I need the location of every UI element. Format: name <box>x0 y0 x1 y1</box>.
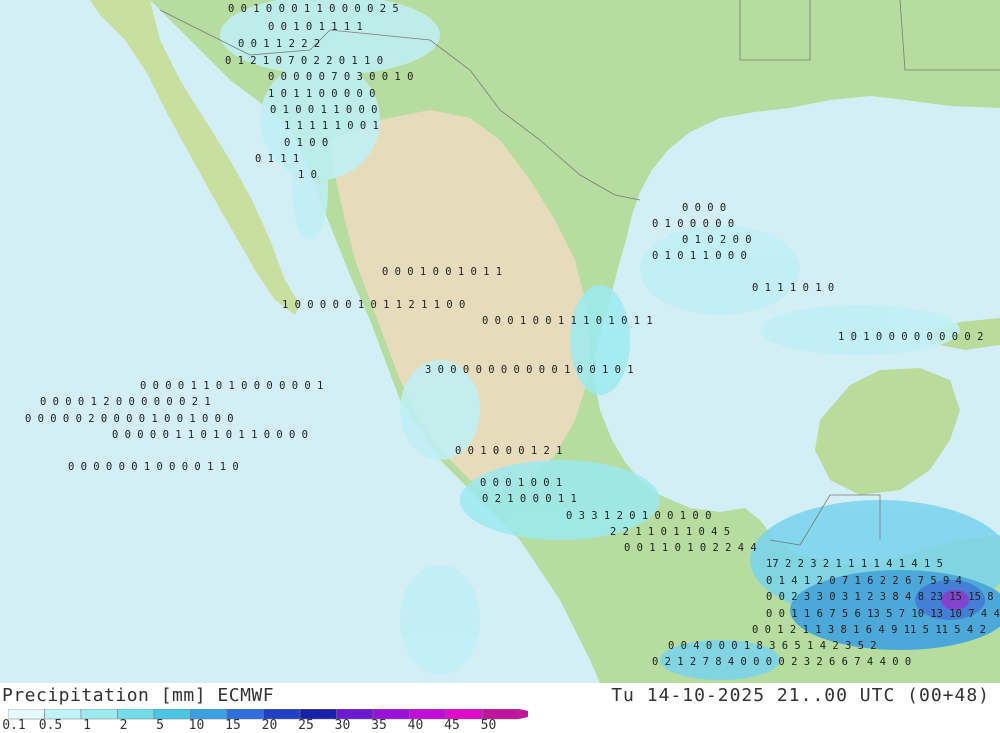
grid-value-row: 0 1 1 1 0 1 0 <box>752 282 834 294</box>
legend-tick-label: 40 <box>407 718 424 733</box>
precip-patch <box>760 305 960 355</box>
legend-tick-label: 2 <box>119 718 128 733</box>
grid-value-row: 0 0 1 0 1 1 1 1 <box>268 21 363 33</box>
footer: Precipitation [mm] ECMWF Tu 14-10-2025 2… <box>0 683 1000 733</box>
grid-value-row: 1 0 0 0 0 0 1 0 1 1 2 1 1 0 0 <box>282 299 465 311</box>
grid-value-row: 0 2 1 2 7 8 4 0 0 0 0 2 3 2 6 6 7 4 4 0 … <box>652 656 911 668</box>
grid-value-row: 0 0 0 0 0 2 0 0 0 0 1 0 0 1 0 0 0 <box>25 413 234 425</box>
grid-value-row: 0 0 0 0 0 7 0 3 0 0 1 0 <box>268 71 413 83</box>
grid-value-row: 0 0 0 0 0 1 1 0 1 0 1 1 0 0 0 0 <box>112 429 308 441</box>
valid-time: Tu 14-10-2025 21..00 UTC (00+48) <box>611 685 990 706</box>
forecast-map-page: 0 0 1 0 0 0 1 1 0 0 0 0 2 5 0 0 1 0 1 1 1… <box>0 0 1000 733</box>
precip-patch <box>570 285 630 395</box>
grid-value-row: 0 1 0 1 1 0 0 0 <box>652 250 747 262</box>
grid-value-row: 0 0 0 1 0 0 1 <box>480 477 562 489</box>
grid-value-row: 0 1 0 0 1 1 0 0 0 <box>270 104 377 116</box>
legend-tick-label: 5 <box>156 718 164 733</box>
grid-value-row: 0 0 1 2 1 1 3 8 1 6 4 9 11 5 11 5 4 2 <box>752 624 986 636</box>
legend-tick-label: 50 <box>480 718 497 733</box>
grid-value-row: 0 0 0 1 0 0 1 0 1 1 <box>382 266 502 278</box>
grid-value-row: 3 0 0 0 0 0 0 0 0 0 0 1 0 0 1 0 1 <box>425 364 634 376</box>
grid-value-row: 0 0 0 0 1 2 0 0 0 0 0 0 2 1 <box>40 396 211 408</box>
grid-value-row: 0 0 0 0 1 1 0 1 0 0 0 0 0 0 1 <box>140 380 323 392</box>
grid-value-row: 0 0 1 0 0 0 1 1 0 0 0 0 2 5 <box>228 3 399 15</box>
grid-value-row: 0 1 0 0 0 0 0 <box>652 218 734 230</box>
grid-value-row: 0 0 4 0 0 0 1 8 3 6 5 1 4 2 3 5 2 <box>668 640 877 652</box>
legend-overflow-arrow <box>519 709 528 719</box>
grid-value-row: 0 0 1 0 0 0 1 2 1 <box>455 445 562 457</box>
grid-value-row: 17 2 2 3 2 1 1 1 1 4 1 4 1 5 <box>766 558 943 570</box>
legend-tick-label: 45 <box>444 718 460 733</box>
grid-value-row: 0 0 1 1 2 2 2 <box>238 38 320 50</box>
grid-value-row: 0 0 2 3 3 0 3 1 2 3 8 4 8 23 15 15 8 6 <box>766 591 1000 603</box>
grid-value-row: 2 2 1 1 0 1 1 0 4 5 <box>610 526 730 538</box>
grid-value-row: 0 0 1 1 6 7 5 6 13 5 7 10 13 10 7 4 4 <box>766 608 1000 620</box>
grid-value-row: 0 0 1 1 0 1 0 2 2 4 4 <box>624 542 757 554</box>
legend-tick-label: 10 <box>188 718 205 733</box>
grid-value-row: 0 1 0 0 <box>284 137 328 149</box>
legend-tick-label: 1 <box>83 718 91 733</box>
legend-tick-label: 25 <box>298 718 314 733</box>
grid-value-row: 0 2 1 0 0 0 1 1 <box>482 493 577 505</box>
grid-value-row: 0 1 4 1 2 0 7 1 6 2 2 6 7 5 9 4 <box>766 575 962 587</box>
precip-patch <box>400 565 480 675</box>
product-title: Precipitation [mm] ECMWF <box>2 685 275 706</box>
legend-tick-label: 15 <box>225 718 241 733</box>
grid-value-row: 1 0 <box>298 169 317 181</box>
legend-tick-label: 20 <box>261 718 278 733</box>
legend-tick-label: 35 <box>371 718 387 733</box>
grid-value-row: 1 0 1 1 0 0 0 0 0 <box>268 88 375 100</box>
grid-value-row: 0 1 0 2 0 0 <box>682 234 752 246</box>
grid-value-row: 0 3 3 1 2 0 1 0 0 1 0 0 <box>566 510 711 522</box>
legend-tick-label: 30 <box>334 718 351 733</box>
legend-tick-label: 0.5 <box>38 718 63 733</box>
grid-value-row: 0 1 2 1 0 7 0 2 2 0 1 1 0 <box>225 55 383 67</box>
legend-tick-label: 0.1 <box>2 718 26 733</box>
grid-value-row: 0 0 0 1 0 0 1 1 1 0 1 0 1 1 <box>482 315 653 327</box>
grid-value-row: 1 0 1 0 0 0 0 0 0 0 0 2 <box>838 331 983 343</box>
grid-value-row: 0 1 1 1 <box>255 153 299 165</box>
precipitation-map: 0 0 1 0 0 0 1 1 0 0 0 0 2 5 0 0 1 0 1 1 1… <box>0 0 1000 683</box>
grid-value-row: 1 1 1 1 1 0 0 1 <box>284 120 379 132</box>
grid-value-row: 0 0 0 0 0 0 1 0 0 0 0 1 1 0 <box>68 461 239 473</box>
grid-value-row: 0 0 0 0 <box>682 202 726 214</box>
